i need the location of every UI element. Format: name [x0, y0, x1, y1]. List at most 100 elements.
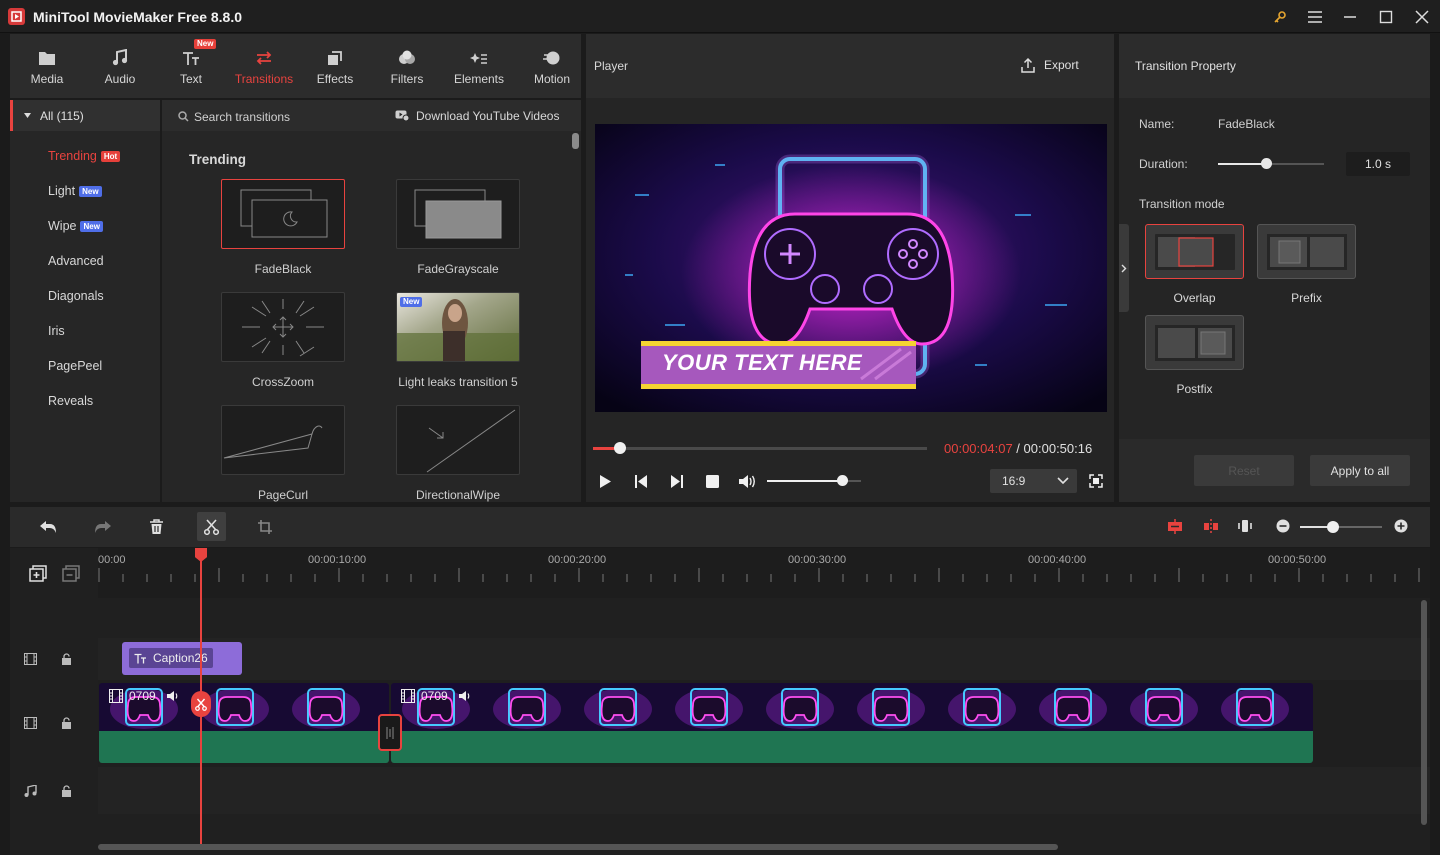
- reset-button[interactable]: Reset: [1194, 455, 1294, 486]
- tab-text[interactable]: New Text: [166, 34, 217, 98]
- lock-icon[interactable]: [61, 785, 72, 797]
- lock-icon[interactable]: [61, 717, 72, 729]
- transition-label: PageCurl: [257, 488, 309, 502]
- zoom-handle[interactable]: [1327, 521, 1339, 533]
- previous-frame-button[interactable]: [634, 474, 649, 489]
- tab-filters[interactable]: Filters: [382, 34, 432, 98]
- menu-icon[interactable]: [1303, 6, 1327, 28]
- category-advanced[interactable]: Advanced: [48, 254, 104, 268]
- transition-marker[interactable]: [378, 714, 402, 751]
- vertical-scrollbar[interactable]: [1421, 600, 1427, 825]
- video-preview[interactable]: YOUR TEXT HERE: [595, 124, 1107, 412]
- time-ruler[interactable]: 00:00 00:00:10:00 00:00:20:00 00:00:30:0…: [98, 548, 1430, 598]
- volume-handle[interactable]: [836, 475, 848, 486]
- category-light[interactable]: Light New: [48, 184, 102, 198]
- duration-slider[interactable]: [1218, 158, 1324, 169]
- audio-mix-button[interactable]: [1237, 518, 1253, 534]
- transition-item-crosszoom[interactable]: [221, 292, 345, 362]
- zoom-out-button[interactable]: [1276, 519, 1290, 533]
- crosszoom-thumbnail: [221, 292, 345, 362]
- duration-handle[interactable]: [1260, 158, 1272, 169]
- gamepad-frame: [493, 688, 561, 729]
- key-icon[interactable]: [1268, 6, 1292, 28]
- export-button[interactable]: Export: [1020, 57, 1079, 73]
- transition-item-pagecurl[interactable]: [221, 405, 345, 475]
- gamepad-frame: [766, 688, 834, 729]
- tab-audio[interactable]: Audio: [95, 34, 145, 98]
- seek-bar[interactable]: [593, 442, 927, 454]
- category-pagepeel[interactable]: PagePeel: [48, 359, 102, 373]
- transition-item-fadeblack[interactable]: [221, 179, 345, 249]
- mode-prefix[interactable]: [1257, 224, 1356, 279]
- search-input[interactable]: Search transitions: [194, 110, 290, 124]
- apply-to-all-button[interactable]: Apply to all: [1310, 455, 1410, 486]
- duration-input[interactable]: 1.0 s: [1346, 152, 1410, 176]
- mode-overlap[interactable]: [1145, 224, 1244, 279]
- zoom-slider[interactable]: [1300, 521, 1382, 533]
- search-bar: Search transitions Download YouTube Vide…: [162, 100, 581, 131]
- transitions-scrollbar[interactable]: [572, 133, 579, 149]
- minimize-icon[interactable]: [1338, 6, 1362, 28]
- undo-button[interactable]: [39, 520, 57, 534]
- video-clip[interactable]: 0709: [391, 683, 1313, 763]
- ruler-label: 00:00:30:00: [788, 554, 847, 566]
- fit-timeline-button[interactable]: [1167, 519, 1183, 534]
- audio-wave-icon: [1238, 520, 1252, 532]
- download-youtube-link[interactable]: Download YouTube Videos: [416, 109, 559, 123]
- fullscreen-button[interactable]: [1089, 474, 1103, 488]
- category-all[interactable]: All (115): [10, 100, 160, 131]
- transition-item-fadegrayscale[interactable]: [396, 179, 520, 249]
- empty-track: [98, 598, 1430, 638]
- caption-clip[interactable]: Caption26: [122, 642, 242, 675]
- volume-button[interactable]: [738, 474, 756, 489]
- category-iris[interactable]: Iris: [48, 324, 65, 338]
- gamepad-frame: [1221, 688, 1289, 729]
- caption-track: [98, 638, 1430, 680]
- volume-slider[interactable]: [767, 475, 861, 486]
- split-marker[interactable]: [191, 691, 211, 717]
- play-button[interactable]: [598, 474, 612, 489]
- tab-effects[interactable]: Effects: [310, 34, 360, 98]
- redo-button[interactable]: [94, 520, 112, 534]
- split-button[interactable]: [197, 512, 226, 541]
- stop-button[interactable]: [706, 475, 719, 488]
- category-diagonals[interactable]: Diagonals: [48, 289, 104, 303]
- duration-label: Duration:: [1139, 157, 1188, 171]
- tab-transitions[interactable]: Transitions: [230, 34, 298, 98]
- new-badge: New: [194, 39, 217, 49]
- transition-label: FadeGrayscale: [417, 262, 499, 276]
- category-reveals[interactable]: Reveals: [48, 394, 93, 408]
- transition-marker-icon: [386, 727, 394, 739]
- speaker-icon: [458, 691, 470, 701]
- remove-track-button[interactable]: [62, 565, 80, 582]
- tab-media[interactable]: Media: [22, 34, 72, 98]
- transition-item-light-leaks-5[interactable]: New: [396, 292, 520, 362]
- next-frame-button[interactable]: [669, 474, 684, 489]
- category-trending[interactable]: Trending Hot: [48, 149, 121, 163]
- delete-button[interactable]: [149, 519, 164, 535]
- new-badge: New: [80, 221, 103, 232]
- lock-icon[interactable]: [61, 653, 72, 665]
- tab-motion[interactable]: Motion: [527, 34, 577, 98]
- transition-item-directionalwipe[interactable]: [396, 405, 520, 475]
- horizontal-scrollbar[interactable]: [98, 844, 1058, 850]
- snap-button[interactable]: [1203, 519, 1219, 534]
- add-track-button[interactable]: [29, 565, 47, 582]
- close-icon[interactable]: [1410, 6, 1434, 28]
- tab-elements[interactable]: Elements: [450, 34, 508, 98]
- gamepad-frame: [857, 688, 925, 729]
- hot-badge: Hot: [100, 151, 121, 162]
- time-display: 00:00:04:07 / 00:00:50:16: [944, 441, 1093, 456]
- directionalwipe-thumbnail: [396, 405, 520, 475]
- mode-postfix[interactable]: [1145, 315, 1244, 370]
- effects-icon: [327, 46, 343, 66]
- player-title: Player: [594, 59, 629, 73]
- collapse-panel-button[interactable]: [1119, 224, 1129, 312]
- crop-button[interactable]: [257, 519, 273, 535]
- zoom-in-button[interactable]: [1394, 519, 1408, 533]
- seek-handle[interactable]: [614, 442, 626, 454]
- aspect-ratio-select[interactable]: 16:9: [990, 469, 1077, 493]
- video-clip[interactable]: 0709: [99, 683, 389, 763]
- maximize-icon[interactable]: [1374, 6, 1398, 28]
- category-wipe[interactable]: Wipe New: [48, 219, 103, 233]
